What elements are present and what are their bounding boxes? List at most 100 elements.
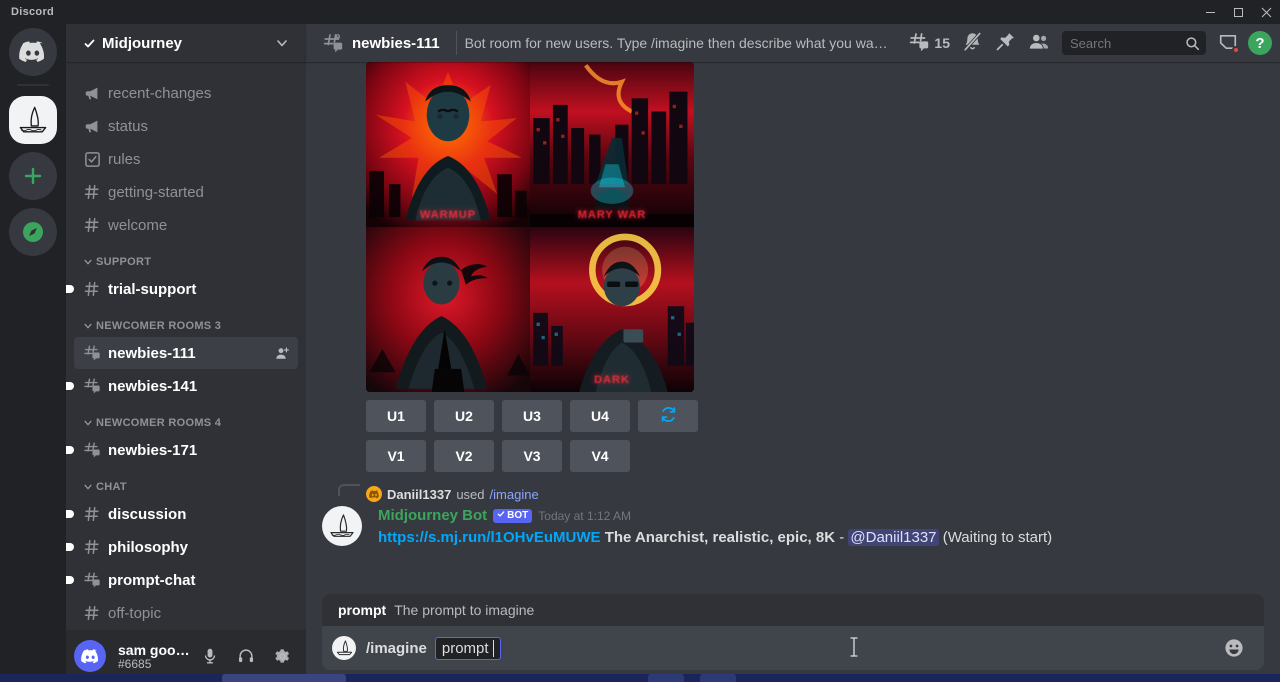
members-icon xyxy=(1028,31,1050,56)
add-server-button[interactable] xyxy=(9,152,57,200)
unread-indicator xyxy=(66,285,74,293)
channel-recent-changes[interactable]: recent-changes xyxy=(74,77,298,109)
message-link[interactable]: https://s.mj.run/l1OHvEuMUWE xyxy=(378,529,601,546)
notification-settings-button[interactable] xyxy=(960,31,985,55)
help-icon: ? xyxy=(1255,35,1264,52)
taskbar-item[interactable] xyxy=(222,674,346,682)
channel-name-label: getting-started xyxy=(108,184,290,201)
channel-off-topic[interactable]: off-topic xyxy=(74,597,298,629)
button-v3[interactable]: V3 xyxy=(502,440,562,472)
message-composer[interactable]: /imagine prompt xyxy=(322,626,1264,670)
image-grid[interactable]: WARMUP xyxy=(366,62,694,392)
channel-name-label: newbies-141 xyxy=(108,378,290,395)
member-list-button[interactable] xyxy=(1026,31,1052,55)
hash-icon xyxy=(82,603,102,623)
unread-indicator xyxy=(66,446,74,454)
grid-image-3[interactable] xyxy=(366,227,530,392)
grid-image-2[interactable]: MARY WAR xyxy=(530,62,694,227)
command-argument-chip[interactable]: prompt xyxy=(435,637,501,660)
grid-image-1[interactable]: WARMUP xyxy=(366,62,530,227)
header-divider xyxy=(456,31,457,55)
emoji-icon xyxy=(1223,637,1245,659)
discord-window: Discord xyxy=(0,0,1280,682)
mute-button[interactable] xyxy=(194,640,226,672)
button-u1[interactable]: U1 xyxy=(366,400,426,432)
emoji-picker-button[interactable] xyxy=(1220,634,1248,662)
hash-icon xyxy=(82,279,102,299)
button-v1[interactable]: V1 xyxy=(366,440,426,472)
chevron-down-icon xyxy=(82,320,94,332)
message-mention[interactable]: @Daniil1337 xyxy=(848,529,938,546)
message-timestamp: Today at 1:12 AM xyxy=(538,506,631,526)
category-newcomer-rooms-4[interactable]: NEWCOMER ROOMS 4 xyxy=(66,403,306,433)
channel-discussion[interactable]: discussion xyxy=(74,498,298,530)
command-name-label[interactable]: /imagine xyxy=(490,487,539,502)
bot-badge-label: BOT xyxy=(507,510,528,522)
channel-newbies-111[interactable]: newbies-111 xyxy=(74,337,298,369)
message-author[interactable]: Midjourney Bot xyxy=(378,506,487,526)
channel-getting-started[interactable]: getting-started xyxy=(74,176,298,208)
button-v2[interactable]: V2 xyxy=(434,440,494,472)
check-icon xyxy=(497,510,505,522)
explore-servers-button[interactable] xyxy=(9,208,57,256)
message-prompt-text: The Anarchist, realistic, epic, 8K xyxy=(605,529,835,546)
message-list[interactable]: WARMUP xyxy=(306,62,1280,594)
search-input[interactable]: Search xyxy=(1062,31,1206,55)
server-name-label: Midjourney xyxy=(102,35,274,52)
category-chat[interactable]: CHAT xyxy=(66,467,306,497)
channel-rules[interactable]: rules xyxy=(74,143,298,175)
channel-newbies-141[interactable]: newbies-141 xyxy=(74,370,298,402)
pinned-messages-button[interactable] xyxy=(993,31,1018,55)
add-member-icon[interactable] xyxy=(274,345,290,361)
server-rail-separator xyxy=(17,84,49,86)
unread-indicator xyxy=(66,576,74,584)
grid-image-4[interactable]: DARK xyxy=(530,227,694,392)
threads-count-label: 15 xyxy=(934,35,950,51)
user-settings-button[interactable] xyxy=(266,640,298,672)
deafen-button[interactable] xyxy=(230,640,262,672)
chevron-down-icon[interactable] xyxy=(274,35,290,51)
category-label: NEWCOMER ROOMS 4 xyxy=(96,417,221,429)
server-rail-item-midjourney[interactable] xyxy=(9,96,57,144)
server-header[interactable]: Midjourney xyxy=(66,24,306,62)
taskbar-item[interactable] xyxy=(648,674,684,682)
category-newcomer-rooms-3[interactable]: NEWCOMER ROOMS 3 xyxy=(66,306,306,336)
channel-philosophy[interactable]: philosophy xyxy=(74,531,298,563)
channel-topic[interactable]: Bot room for new users. Type /imagine th… xyxy=(465,35,895,51)
button-reroll[interactable] xyxy=(638,400,698,432)
message-header: Midjourney Bot BOT Today at 1:12 AM xyxy=(378,506,1232,526)
category-support[interactable]: SUPPORT xyxy=(66,242,306,272)
pin-icon xyxy=(995,31,1016,55)
threads-button[interactable]: 15 xyxy=(906,31,952,55)
hash-thread-icon xyxy=(82,343,102,363)
avatar[interactable] xyxy=(322,506,362,546)
avatar[interactable] xyxy=(74,640,106,672)
button-u3[interactable]: U3 xyxy=(502,400,562,432)
channel-name-label: philosophy xyxy=(108,539,290,556)
user-info[interactable]: sam good... #6685 xyxy=(118,642,190,671)
discord-logo-icon xyxy=(19,41,47,63)
inbox-unread-badge xyxy=(1232,46,1240,54)
button-u2[interactable]: U2 xyxy=(434,400,494,432)
threads-icon xyxy=(908,31,930,56)
channel-trial-support[interactable]: trial-support xyxy=(74,273,298,305)
button-v4[interactable]: V4 xyxy=(570,440,630,472)
channel-prompt-chat[interactable]: prompt-chat xyxy=(74,564,298,596)
window-close-button[interactable] xyxy=(1252,0,1280,24)
channel-status[interactable]: status xyxy=(74,110,298,142)
button-u4[interactable]: U4 xyxy=(570,400,630,432)
server-rail-home[interactable] xyxy=(9,28,57,76)
user-avatar-icon[interactable] xyxy=(366,486,382,502)
hash-thread-icon xyxy=(82,376,102,396)
message-body: Midjourney Bot BOT Today at 1:12 AM xyxy=(378,506,1232,548)
channel-welcome[interactable]: welcome xyxy=(74,209,298,241)
window-minimize-button[interactable] xyxy=(1196,0,1224,24)
channel-newbies-171[interactable]: newbies-171 xyxy=(74,434,298,466)
command-author-label[interactable]: Daniil1337 xyxy=(387,487,451,502)
window-maximize-button[interactable] xyxy=(1224,0,1252,24)
inbox-button[interactable] xyxy=(1216,31,1240,55)
help-button[interactable]: ? xyxy=(1248,31,1272,55)
channel-name-label: discussion xyxy=(108,506,290,523)
taskbar-item[interactable] xyxy=(700,674,736,682)
channel-list[interactable]: recent-changes status rules xyxy=(66,62,306,630)
